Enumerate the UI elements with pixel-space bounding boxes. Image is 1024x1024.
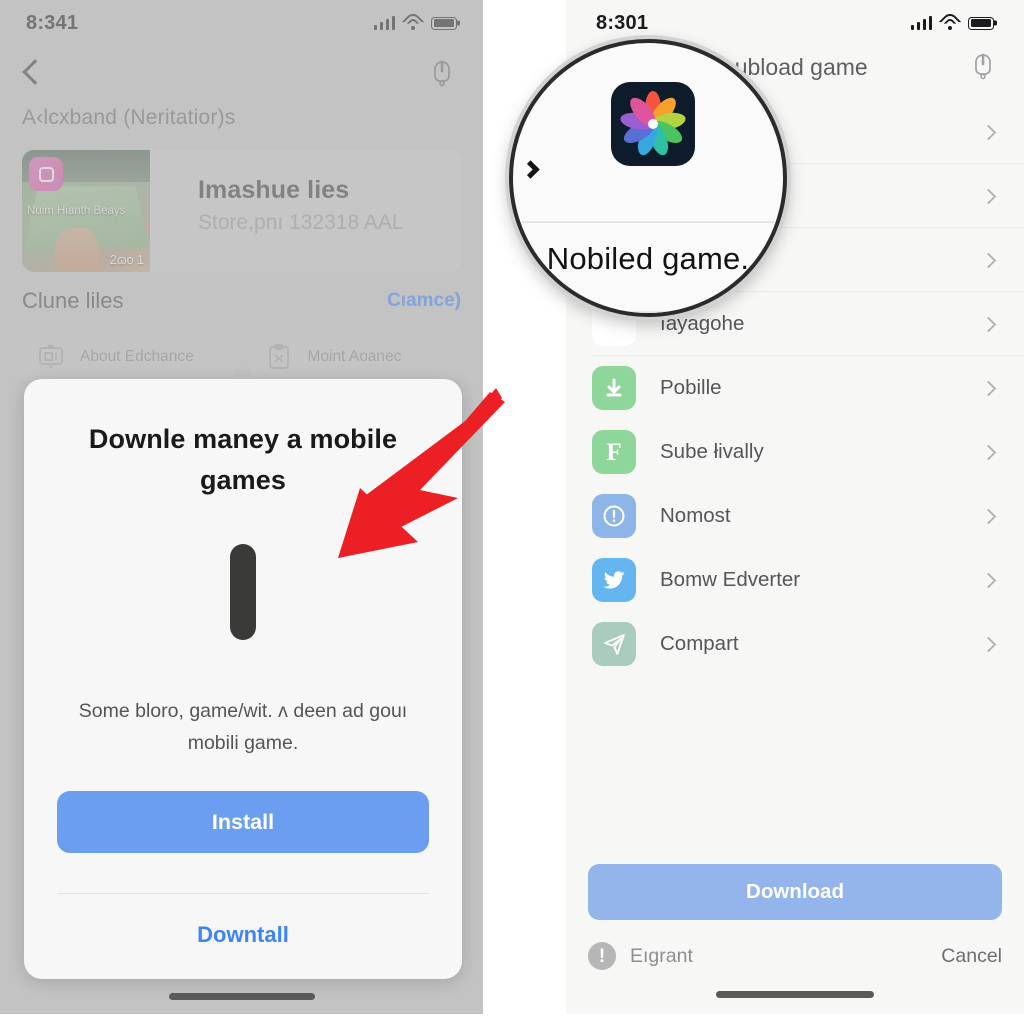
status-indicators <box>910 10 994 34</box>
magnifier-separator <box>513 221 783 223</box>
list-item-label: Pobille <box>660 376 722 399</box>
wifi-icon <box>938 10 962 34</box>
chevron-right-icon <box>980 380 997 396</box>
install-button[interactable]: Install <box>57 791 429 854</box>
egrant-label: Eıgrant <box>630 944 693 967</box>
cellular-bars-icon <box>910 16 932 30</box>
list-item-label: Compart <box>660 632 739 655</box>
download-arrow-icon <box>592 366 636 410</box>
chevron-right-icon <box>521 160 540 179</box>
right-footer-row: ! Eıgrant Cancel <box>588 942 1002 970</box>
list-item[interactable]: Compart <box>566 612 1024 676</box>
power-plug-icon[interactable] <box>968 50 998 80</box>
list-item[interactable]: Nomost <box>566 484 1024 548</box>
list-item-label: Nomost <box>660 504 731 527</box>
dialog-title: Downle maney a mobile games <box>88 424 398 495</box>
list-item[interactable]: Pobille <box>566 356 1024 420</box>
chevron-right-icon <box>980 572 997 588</box>
letter-f-icon: F <box>592 430 636 474</box>
cancel-button[interactable]: Cancel <box>941 945 1002 968</box>
list-item-label: Bomw Edverter <box>660 568 801 591</box>
list-item[interactable]: F Sube łivally <box>566 420 1024 484</box>
home-indicator-bar[interactable] <box>716 991 874 998</box>
home-indicator-bar[interactable] <box>168 993 315 1000</box>
list-item-label: ıayagohe <box>660 312 745 335</box>
list-item[interactable]: Bomw Edverter <box>566 548 1024 612</box>
left-phone-screen: 8:341 A‹lcxband (Neritatior)s Nui <box>0 0 483 1014</box>
status-time: 8:301 <box>596 11 649 34</box>
battery-full-icon <box>968 16 994 30</box>
exclamation-circle-icon <box>592 494 636 538</box>
screenshot-canvas: 8:341 A‹lcxband (Neritatior)s Nui <box>0 0 1024 1024</box>
downtall-button[interactable]: Downtall <box>197 922 289 948</box>
paper-plane-icon <box>592 622 636 666</box>
magnifier-separator <box>513 311 783 313</box>
chevron-right-icon <box>980 124 997 140</box>
dialog-divider <box>57 893 429 895</box>
vertical-pill-loader-icon <box>230 544 256 640</box>
photos-flower-icon <box>611 82 695 166</box>
dialog-body-text: Some bloro, game/wit. ʌ deen ad gouı mob… <box>78 700 408 754</box>
twitter-bird-icon <box>592 558 636 602</box>
list-item-label: Sube łivally <box>660 440 764 463</box>
chevron-right-icon <box>980 188 997 204</box>
exclamation-circle-filled-icon: ! <box>588 942 616 970</box>
chevron-right-icon <box>980 444 997 460</box>
chevron-right-icon <box>980 316 997 332</box>
install-dialog: Downle maney a mobile games Some bloro, … <box>24 379 462 979</box>
magnifier-loupe: Nobiled game. <box>509 39 787 317</box>
magnifier-text: Nobiled game. <box>546 241 750 276</box>
chevron-right-icon <box>980 636 997 652</box>
right-bottom-actions: Download ! Eıgrant Cancel <box>566 864 1024 970</box>
download-button[interactable]: Download <box>588 864 1002 920</box>
chevron-right-icon <box>980 252 997 268</box>
chevron-right-icon <box>980 508 997 524</box>
